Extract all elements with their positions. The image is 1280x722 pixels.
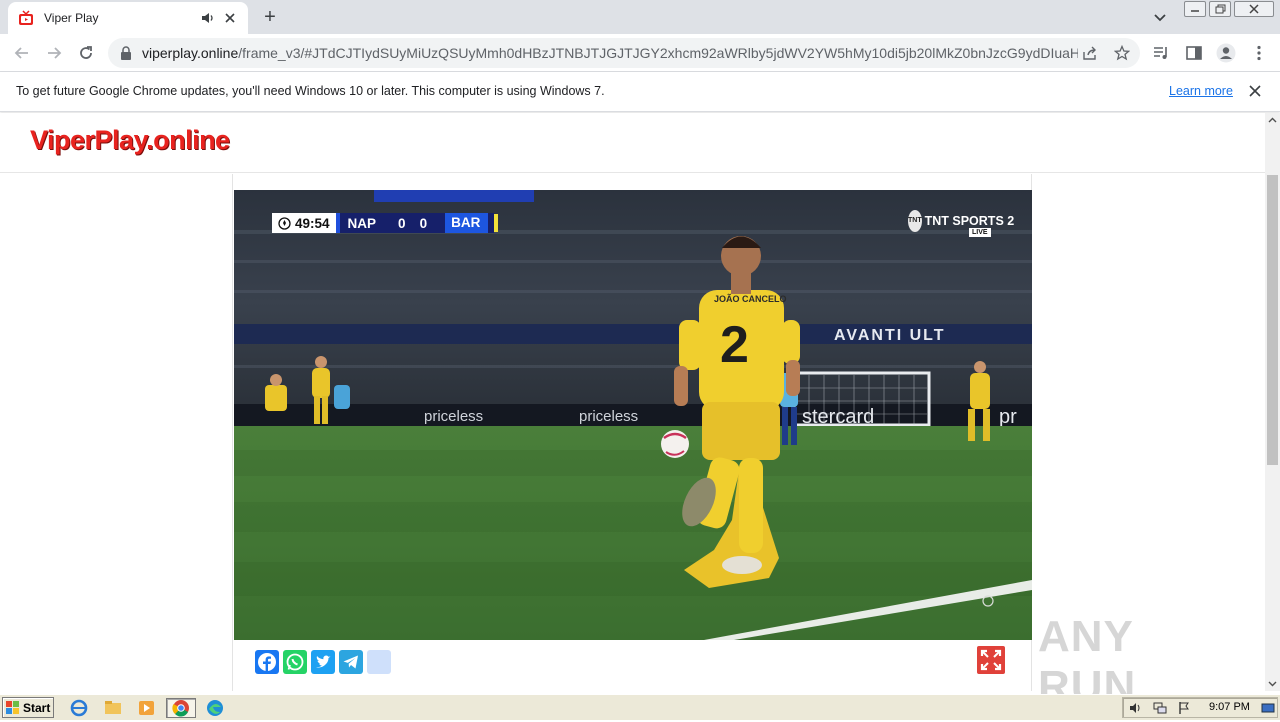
restore-button[interactable]	[1209, 1, 1231, 17]
action-center-flag-icon[interactable]	[1177, 701, 1191, 715]
windows-taskbar: Start 9:07 PM	[0, 694, 1280, 720]
player-container: AVANTI ULT priceless priceless stercard …	[232, 174, 1032, 691]
whatsapp-share-button[interactable]	[283, 650, 307, 674]
windows-logo-icon	[6, 700, 19, 714]
speaker-icon[interactable]	[200, 10, 216, 26]
media-control-icon[interactable]	[1152, 44, 1170, 62]
url-host: viperplay.online	[142, 45, 239, 61]
champions-league-icon	[278, 216, 291, 230]
jersey-name: JOÃO CANCELO	[714, 294, 787, 304]
video-frame: AVANTI ULT priceless priceless stercard …	[234, 190, 1032, 640]
scoreboard: 49:54 NAP 0 0 BAR	[272, 213, 499, 233]
channel-logo: TNT TNT SPORTS 2 LIVE	[908, 210, 1014, 238]
away-score: 0	[419, 215, 428, 231]
scrollbar-thumb[interactable]	[1267, 175, 1278, 465]
telegram-icon	[343, 655, 358, 669]
match-clock: 49:54	[295, 215, 330, 231]
lock-icon[interactable]	[120, 46, 132, 60]
tab-title: Viper Play	[44, 11, 99, 25]
facebook-icon	[258, 653, 276, 671]
home-score: 0	[398, 215, 406, 231]
bookmark-star-icon[interactable]	[1114, 45, 1130, 61]
tnt-circle-icon: TNT	[908, 210, 922, 232]
facebook-share-button[interactable]	[255, 650, 279, 674]
chrome-taskbar-button[interactable]	[166, 698, 196, 718]
twitter-share-button[interactable]	[311, 650, 335, 674]
file-explorer-icon[interactable]	[102, 698, 124, 718]
chevron-down-icon[interactable]	[1152, 9, 1168, 25]
start-label: Start	[23, 700, 51, 715]
browser-toolbar: viperplay.online/frame_v3/#JTdCJTIydSUyM…	[0, 34, 1280, 72]
football	[661, 430, 689, 458]
show-desktop-icon[interactable]	[1261, 701, 1275, 715]
whatsapp-icon	[286, 653, 304, 671]
live-badge: LIVE	[969, 228, 991, 237]
fullscreen-button[interactable]	[977, 646, 1005, 674]
share-page-icon[interactable]	[1082, 45, 1098, 61]
tv-favicon-icon	[19, 10, 33, 25]
system-tray: 9:07 PM	[1122, 697, 1278, 718]
scroll-down-icon[interactable]	[1268, 679, 1277, 688]
browser-tab[interactable]: Viper Play	[8, 2, 248, 34]
infobar-message: To get future Google Chrome updates, you…	[16, 84, 605, 98]
url-path: /frame_v3/#JTdCJTIydSUyMiUzQSUyMmh0dHBzJ…	[238, 45, 1078, 61]
network-icon[interactable]	[1153, 701, 1167, 715]
page-content: ViperPlay.online AVANTI ULT priceless pr…	[0, 113, 1265, 691]
reload-icon[interactable]	[76, 43, 96, 63]
site-logo[interactable]: ViperPlay.online	[30, 125, 230, 156]
restore-icon	[1215, 4, 1226, 14]
expand-icon	[980, 649, 1002, 671]
jersey-number: 2	[720, 316, 749, 374]
tab-strip: Viper Play +	[0, 0, 1280, 34]
side-panel-icon[interactable]	[1185, 44, 1203, 62]
taskbar-clock[interactable]: 9:07 PM	[1209, 701, 1250, 713]
site-header: ViperPlay.online	[0, 113, 1265, 173]
ad-board-2: priceless	[579, 408, 638, 425]
internet-explorer-icon[interactable]	[68, 698, 90, 718]
share-more-button[interactable]	[367, 650, 391, 674]
media-player-icon[interactable]	[136, 698, 158, 718]
home-team: NAP	[347, 215, 377, 231]
update-infobar: To get future Google Chrome updates, you…	[0, 72, 1280, 112]
close-icon	[1249, 4, 1259, 14]
away-team: BAR	[445, 213, 489, 233]
start-button[interactable]: Start	[2, 697, 54, 718]
share-bar	[255, 650, 391, 674]
ad-board-4: pr	[999, 406, 1017, 428]
minimize-button[interactable]	[1184, 1, 1206, 17]
channel-name: TNT SPORTS 2	[924, 214, 1015, 228]
kebab-menu-icon[interactable]	[1250, 44, 1268, 62]
forward-arrow-icon[interactable]	[44, 43, 64, 63]
new-tab-button[interactable]: +	[258, 7, 282, 27]
tab-close-icon[interactable]	[222, 10, 238, 26]
url-text[interactable]: viperplay.online/frame_v3/#JTdCJTIydSUyM…	[142, 45, 1078, 61]
learn-more-link[interactable]: Learn more	[1169, 84, 1233, 98]
telegram-share-button[interactable]	[339, 650, 363, 674]
video-player[interactable]: AVANTI ULT priceless priceless stercard …	[234, 190, 1032, 640]
twitter-icon	[316, 655, 331, 668]
chrome-icon	[172, 700, 189, 717]
profile-avatar-icon[interactable]	[1216, 43, 1236, 63]
address-bar[interactable]: viperplay.online/frame_v3/#JTdCJTIydSUyM…	[108, 38, 1140, 68]
scroll-up-icon[interactable]	[1268, 116, 1277, 125]
edge-icon[interactable]	[204, 698, 226, 718]
back-arrow-icon[interactable]	[12, 43, 32, 63]
close-window-button[interactable]	[1234, 1, 1274, 17]
ad-board-1: priceless	[424, 408, 483, 425]
stadium-banner: AVANTI ULT	[834, 327, 946, 344]
close-icon[interactable]	[1248, 84, 1262, 98]
page-scrollbar[interactable]	[1265, 113, 1280, 691]
anyrun-watermark: ANY RUN	[1038, 612, 1137, 711]
minimize-icon	[1191, 10, 1199, 12]
volume-icon[interactable]	[1129, 701, 1143, 715]
